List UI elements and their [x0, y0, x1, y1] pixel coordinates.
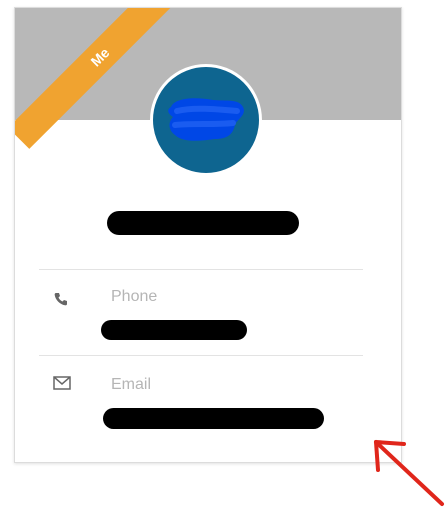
me-badge-label: Me: [87, 44, 113, 70]
annotation-arrow-icon: [374, 440, 444, 506]
email-label: Email: [111, 376, 152, 393]
redacted-phone: [101, 320, 247, 340]
envelope-icon: [53, 376, 73, 392]
avatar-redaction-icon: [168, 98, 244, 141]
phone-icon: [53, 291, 73, 307]
contact-card: Me Phone Email: [14, 7, 402, 463]
redacted-name: [107, 211, 299, 235]
phone-label: Phone: [111, 288, 158, 305]
divider-middle: [39, 355, 363, 356]
page: Me Phone Email: [0, 0, 445, 507]
divider-top: [39, 269, 363, 270]
redacted-email: [103, 408, 324, 429]
avatar[interactable]: [150, 64, 262, 176]
